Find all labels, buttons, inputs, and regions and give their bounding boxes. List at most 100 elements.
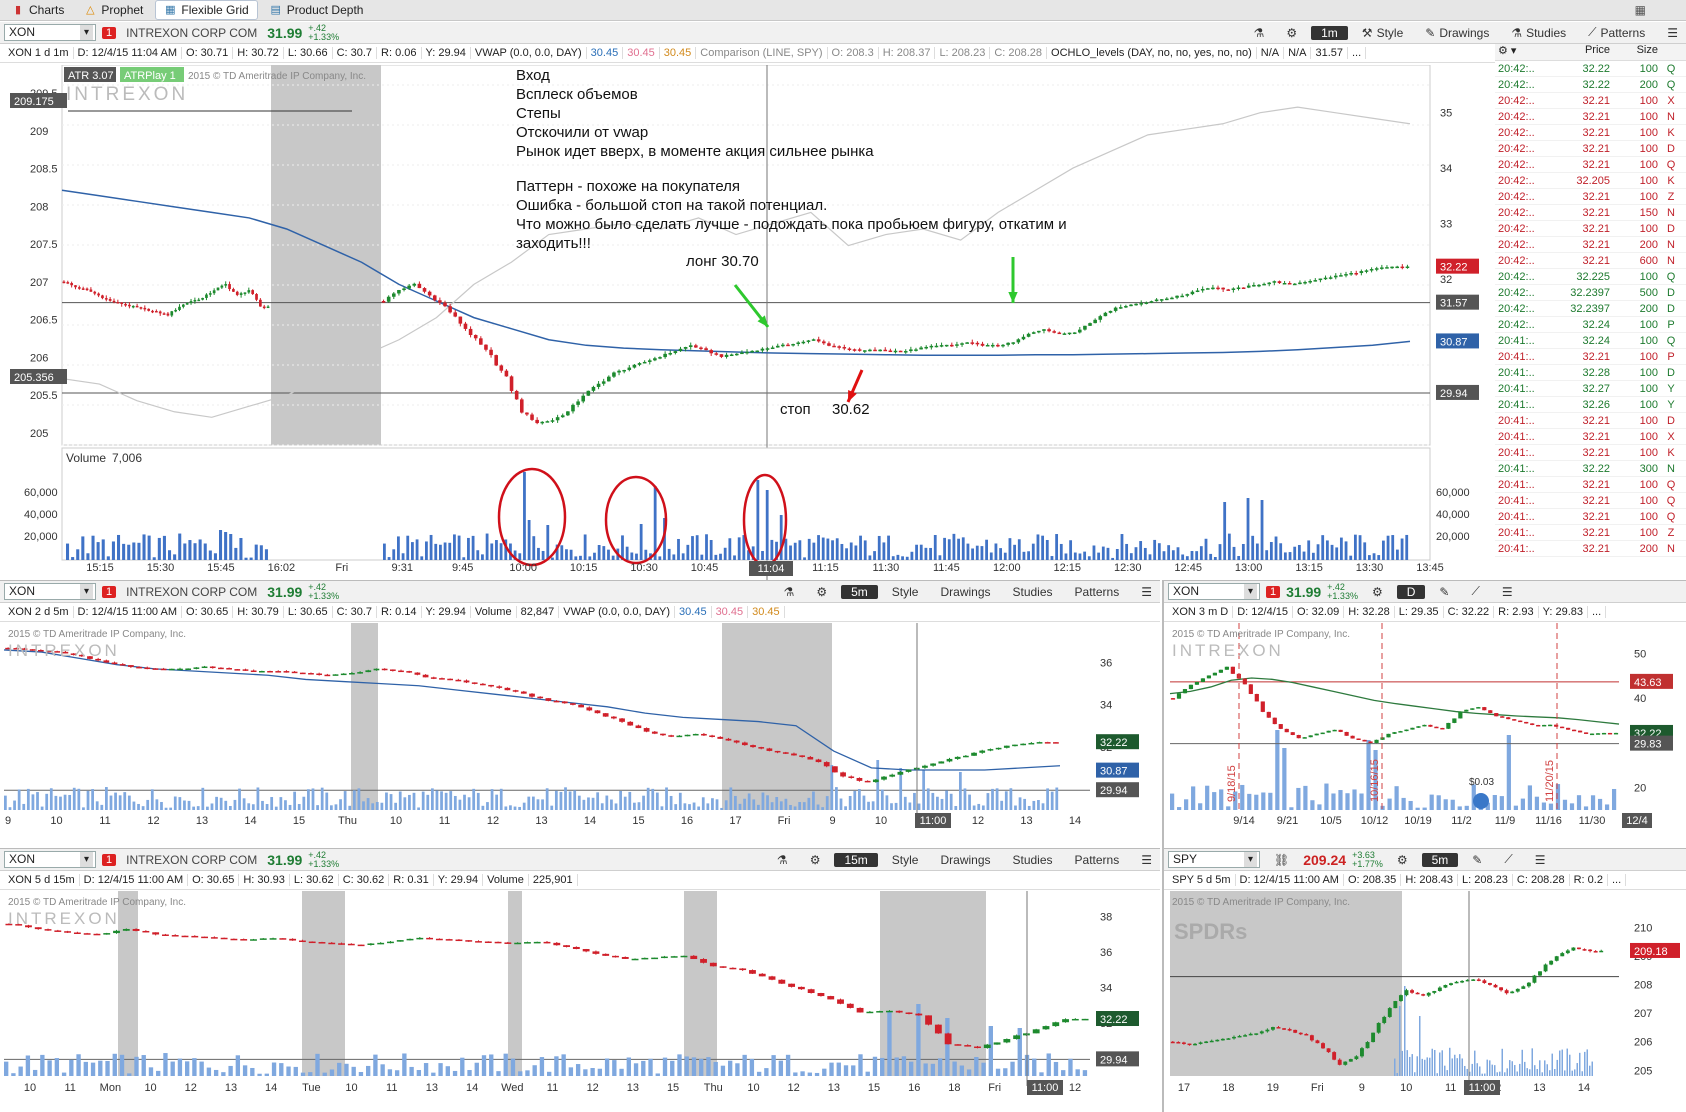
aggregation-selector[interactable]: 1m — [1311, 25, 1348, 40]
tsg-row[interactable]: 20:41:.. 32.21 100 D — [1495, 413, 1686, 429]
tsg-row[interactable]: 20:42:.. 32.24 100 P — [1495, 317, 1686, 333]
symbol-selector[interactable]: XON — [4, 851, 96, 868]
p3-candle — [1332, 729, 1337, 732]
tsg-row[interactable]: 20:41:.. 32.24 100 Q — [1495, 333, 1686, 349]
tsg-row[interactable]: 20:41:.. 32.21 200 N — [1495, 541, 1686, 557]
tsg-row[interactable]: 20:42:.. 32.21 100 D — [1495, 141, 1686, 157]
tsg-row[interactable]: 20:41:.. 32.21 100 Q — [1495, 493, 1686, 509]
aggregation-selector[interactable]: 5m — [841, 584, 878, 599]
menu-icon[interactable]: ☰ — [1494, 585, 1521, 599]
link-badge[interactable]: 1 — [1266, 585, 1281, 598]
tsg-row[interactable]: 20:41:.. 32.21 100 X — [1495, 429, 1686, 445]
tsg-row[interactable]: 20:42:.. 32.21 200 N — [1495, 237, 1686, 253]
gear-icon[interactable]: ⚙ — [1364, 585, 1391, 599]
chart-5d-15m[interactable]: 2015 © TD Ameritrade IP Company, Inc.INT… — [0, 891, 1160, 1112]
patterns-icon[interactable]: ⟋ — [1496, 852, 1520, 867]
tsg-row[interactable]: 20:42:.. 32.22 100 Q — [1495, 61, 1686, 77]
tsg-row[interactable]: 20:42:.. 32.22 200 Q — [1495, 77, 1686, 93]
volume-bar — [1561, 1049, 1563, 1076]
flask-icon[interactable]: ⚗ — [776, 585, 803, 599]
studies-button[interactable]: ⚗ Studies — [1503, 26, 1574, 40]
price-candle — [919, 347, 923, 350]
tsg-row[interactable]: 20:42:.. 32.21 150 N — [1495, 205, 1686, 221]
drawings-button[interactable]: Drawings — [932, 853, 998, 867]
pencil-icon[interactable]: ✎ — [1431, 585, 1457, 599]
tsg-row[interactable]: 20:41:.. 32.21 100 K — [1495, 445, 1686, 461]
tsg-row[interactable]: 20:41:.. 32.28 100 D — [1495, 365, 1686, 381]
style-button[interactable]: ⚒ Style — [1354, 26, 1411, 40]
link-badge[interactable]: 1 — [102, 853, 117, 866]
volume-bar — [715, 799, 719, 810]
patterns-icon[interactable]: ⟋ — [1463, 584, 1487, 599]
aggregation-selector[interactable]: 5m — [1421, 852, 1459, 867]
symbol-selector[interactable]: SPY — [1168, 851, 1260, 868]
p4-candle — [455, 939, 463, 942]
main-chart[interactable]: 3534333230209.5209208.5208207.5207206.52… — [0, 65, 1495, 580]
menu-icon[interactable]: ☰ — [1133, 853, 1160, 867]
tsg-row[interactable]: 20:41:.. 32.22 300 N — [1495, 461, 1686, 477]
volume-bar — [1456, 1058, 1458, 1076]
drawings-button[interactable]: ✎ Drawings — [1417, 26, 1497, 40]
tsg-row[interactable]: 20:41:.. 32.21 100 Q — [1495, 477, 1686, 493]
volume-bar — [793, 542, 797, 560]
tsg-row[interactable]: 20:42:.. 32.205 100 K — [1495, 173, 1686, 189]
menu-icon[interactable]: ☰ — [1527, 853, 1554, 867]
tsg-row[interactable]: 20:41:.. 32.21 100 Z — [1495, 525, 1686, 541]
link-icon[interactable]: ⛓ — [1266, 853, 1297, 867]
aggregation-selector[interactable]: D — [1396, 584, 1426, 599]
info-field: L: 30.62 — [290, 874, 339, 886]
chart-3m-d[interactable]: 9/18/15 10/16/15 11/20/152015 © TD Ameritr… — [1164, 623, 1686, 848]
tsg-row[interactable]: 20:42:.. 32.225 100 Q — [1495, 269, 1686, 285]
pencil-icon[interactable]: ✎ — [1464, 853, 1490, 867]
flask-icon[interactable]: ⚗ — [1246, 26, 1273, 40]
tsg-row[interactable]: 20:42:.. 32.21 100 X — [1495, 93, 1686, 109]
studies-button[interactable]: Studies — [1005, 585, 1061, 599]
link-badge[interactable]: 1 — [102, 26, 117, 39]
tsg-row[interactable]: 20:42:.. 32.2397 200 D — [1495, 301, 1686, 317]
chart-2d-5m[interactable]: 2015 © TD Ameritrade IP Company, Inc.INT… — [0, 623, 1160, 848]
flask-icon[interactable]: ⚗ — [769, 853, 796, 867]
tab-product-depth[interactable]: ▤ Product Depth — [262, 1, 372, 19]
tsg-row[interactable]: 20:42:.. 32.21 100 K — [1495, 125, 1686, 141]
tsg-row[interactable]: 20:42:.. 32.2397 500 D — [1495, 285, 1686, 301]
drawings-button[interactable]: Drawings — [932, 585, 998, 599]
tsg-cell: 20:42:.. — [1498, 78, 1535, 91]
p4-candle — [44, 929, 52, 931]
tsg-row[interactable]: 20:42:.. 32.21 100 Z — [1495, 189, 1686, 205]
style-button[interactable]: Style — [884, 585, 927, 599]
tsg-row[interactable]: 20:42:.. 32.21 100 N — [1495, 109, 1686, 125]
patterns-button[interactable]: ⟋ Patterns — [1580, 25, 1653, 40]
symbol-selector[interactable]: XON — [1168, 583, 1260, 600]
symbol-selector[interactable]: XON — [4, 24, 96, 41]
menu-icon[interactable]: ☰ — [1659, 26, 1686, 40]
link-badge[interactable]: 1 — [102, 585, 117, 598]
tsg-row[interactable]: 20:41:.. 32.26 100 Y — [1495, 397, 1686, 413]
tsg-row[interactable]: 20:41:.. 32.21 100 Q — [1495, 509, 1686, 525]
tsg-row[interactable]: 20:41:.. 32.27 100 Y — [1495, 381, 1686, 397]
grid-menu-icon[interactable]: ▦ — [1635, 3, 1646, 17]
chart-spy-5d-5m[interactable]: 2015 © TD Ameritrade IP Company, Inc.SPD… — [1164, 891, 1686, 1112]
tsg-row[interactable]: 20:41:.. 32.21 100 P — [1495, 349, 1686, 365]
style-button[interactable]: Style — [884, 853, 927, 867]
tsg-cell: 32.24 — [1582, 318, 1610, 331]
patterns-button[interactable]: Patterns — [1067, 853, 1128, 867]
tsg-row[interactable]: 20:42:.. 32.21 100 Q — [1495, 157, 1686, 173]
tsg-row[interactable]: 20:42:.. 32.21 100 D — [1495, 221, 1686, 237]
gear-icon[interactable]: ⚙ — [802, 853, 829, 867]
gear-icon[interactable]: ⚙ — [808, 585, 835, 599]
menu-icon[interactable]: ☰ — [1133, 585, 1160, 599]
tsg-row[interactable]: 20:42:.. 32.21 600 N — [1495, 253, 1686, 269]
tsg-settings-icon[interactable]: ⚙ ▾ — [1495, 44, 1557, 60]
tab-prophet[interactable]: △ Prophet — [76, 1, 151, 19]
tab-charts[interactable]: ▮ Charts — [4, 1, 72, 19]
aggregation-selector[interactable]: 15m — [834, 852, 878, 867]
volume-bar — [1023, 798, 1027, 810]
studies-button[interactable]: Studies — [1005, 853, 1061, 867]
symbol-selector[interactable]: XON — [4, 583, 96, 600]
volume-bar — [525, 1070, 530, 1076]
gear-icon[interactable]: ⚙ — [1389, 853, 1416, 867]
patterns-button[interactable]: Patterns — [1067, 585, 1128, 599]
tab-flexible-grid[interactable]: ▦ Flexible Grid — [155, 0, 258, 20]
gear-icon[interactable]: ⚙ — [1278, 26, 1305, 40]
volume-bar — [1416, 1056, 1418, 1076]
